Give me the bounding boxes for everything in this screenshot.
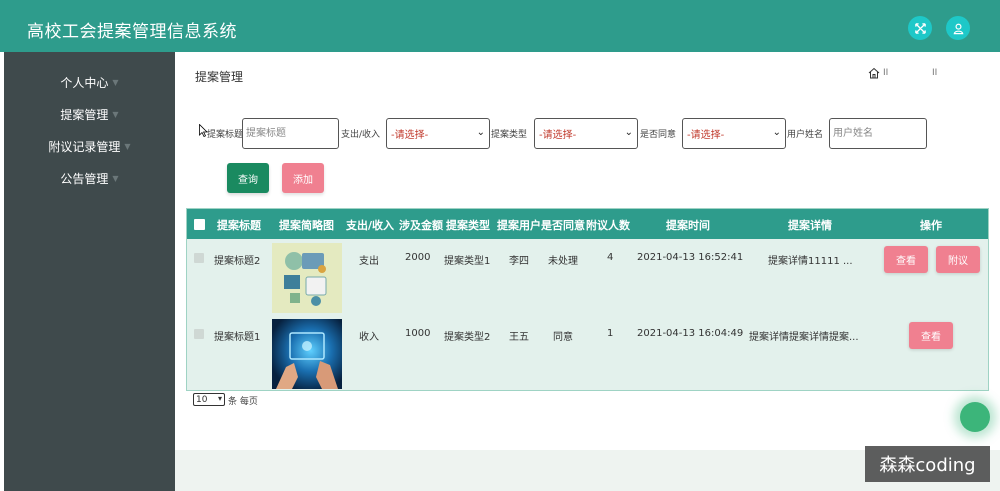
column-header: 提案标题 xyxy=(217,219,261,232)
table-row: 提案标题2 支出 2000 提案类型1 李四 未处理 4 2021-04-13 … xyxy=(187,241,988,317)
row-checkbox[interactable] xyxy=(194,253,204,263)
cell-amount: 2000 xyxy=(405,252,431,263)
cell-io: 收入 xyxy=(359,332,379,343)
second-button[interactable]: 附议 xyxy=(936,246,980,273)
query-button[interactable]: 查询 xyxy=(227,163,269,193)
cell-agree: 未处理 xyxy=(548,256,578,267)
proposal-thumbnail[interactable] xyxy=(272,319,342,389)
add-button[interactable]: 添加 xyxy=(282,163,324,193)
column-header: 操作 xyxy=(920,219,942,232)
sidebar-item-personal-center[interactable]: 个人中心 ▼ xyxy=(4,71,175,93)
proposal-tech-image xyxy=(272,319,342,389)
cell-time: 2021-04-13 16:52:41 xyxy=(637,252,744,263)
cell-seconders: 1 xyxy=(607,328,614,339)
agree-select[interactable]: -请选择- ⌄ xyxy=(682,118,786,149)
column-header: 附议人数 xyxy=(586,219,630,232)
cell-title: 提案标题1 xyxy=(214,332,261,343)
top-header: 高校工会提案管理信息系统 xyxy=(0,0,1000,52)
chevron-down-icon: ⌄ xyxy=(624,127,633,138)
table-row: 提案标题1 收入 1000 提案类型2 王五 同意 1 2021-04-13 1… xyxy=(187,317,988,393)
sidebar-item-label: 提案管理 xyxy=(60,107,109,122)
io-filter-label: 支出/收入 xyxy=(341,130,381,140)
cell-amount: 1000 xyxy=(405,328,431,339)
sidebar-item-announcements[interactable]: 公告管理 ▼ xyxy=(4,167,175,189)
user-filter-label: 用户姓名 xyxy=(787,130,824,140)
sidebar: 个人中心 ▼ 提案管理 ▼ 附议记录管理 ▼ 公告管理 ▼ xyxy=(4,52,175,491)
proposal-thumbnail[interactable] xyxy=(272,243,342,313)
cell-agree: 同意 xyxy=(553,332,573,343)
cell-time: 2021-04-13 16:04:49 xyxy=(637,328,744,339)
user-button[interactable] xyxy=(946,16,970,40)
proposal-table: 提案标题 提案简略图 支出/收入 涉及金额 提案类型 提案用户 是否同意 附议人… xyxy=(186,208,989,391)
page-size-label: 条 每页 xyxy=(228,397,258,407)
cell-io: 支出 xyxy=(359,256,379,267)
cell-detail: 提案详情11111 ... xyxy=(768,256,853,267)
agree-filter-label: 是否同意 xyxy=(640,130,677,140)
title-filter-label: 提案标题 xyxy=(207,130,244,140)
cell-type: 提案类型2 xyxy=(444,332,491,343)
watermark: 森森coding xyxy=(865,446,990,482)
chevron-down-icon: ⌄ xyxy=(772,127,781,138)
cell-seconders: 4 xyxy=(607,252,614,263)
proposal-illustration-image xyxy=(272,243,342,313)
caret-down-icon: ▼ xyxy=(112,77,119,87)
fullscreen-icon xyxy=(914,22,926,34)
column-header: 是否同意 xyxy=(541,219,585,232)
sidebar-item-label: 附议记录管理 xyxy=(48,139,121,154)
chevron-down-icon: ▾ xyxy=(217,394,222,403)
io-select-value: -请选择- xyxy=(391,130,429,141)
floating-assistant-ball[interactable] xyxy=(960,402,990,432)
title-search-input[interactable] xyxy=(242,118,339,149)
sidebar-item-second-records[interactable]: 附议记录管理 ▼ xyxy=(4,135,175,157)
caret-down-icon: ▼ xyxy=(112,109,119,119)
column-header: 提案详情 xyxy=(788,219,832,232)
page-size-select[interactable]: 10 ▾ xyxy=(193,393,225,406)
breadcrumb-separator: II xyxy=(932,68,938,78)
type-select-value: -请选择- xyxy=(539,130,577,141)
user-icon xyxy=(953,23,963,34)
column-header: 涉及金额 xyxy=(399,219,443,232)
agree-select-value: -请选择- xyxy=(687,130,725,141)
select-all-checkbox[interactable] xyxy=(194,219,205,230)
type-select[interactable]: -请选择- ⌄ xyxy=(534,118,638,149)
home-icon[interactable] xyxy=(868,67,880,79)
view-button[interactable]: 查看 xyxy=(909,322,953,349)
cell-user: 李四 xyxy=(509,256,529,267)
sidebar-item-label: 个人中心 xyxy=(60,75,109,90)
page-size-value: 10 xyxy=(196,394,208,405)
chevron-down-icon: ⌄ xyxy=(476,127,485,138)
column-header: 提案时间 xyxy=(666,219,710,232)
column-header: 提案类型 xyxy=(446,219,490,232)
cell-title: 提案标题2 xyxy=(214,256,261,267)
column-header: 支出/收入 xyxy=(346,219,395,232)
column-header: 提案用户 xyxy=(497,219,541,232)
type-filter-label: 提案类型 xyxy=(491,130,528,140)
view-button[interactable]: 查看 xyxy=(884,246,928,273)
app-title: 高校工会提案管理信息系统 xyxy=(27,22,237,42)
cell-user: 王五 xyxy=(509,332,529,343)
io-select[interactable]: -请选择- ⌄ xyxy=(386,118,490,149)
caret-down-icon: ▼ xyxy=(112,173,119,183)
caret-down-icon: ▼ xyxy=(124,141,131,151)
column-header: 提案简略图 xyxy=(279,219,334,232)
breadcrumb-separator: II xyxy=(883,68,889,78)
cell-detail: 提案详情提案详情提案... xyxy=(749,332,859,343)
cell-type: 提案类型1 xyxy=(444,256,491,267)
sidebar-item-proposal-management[interactable]: 提案管理 ▼ xyxy=(4,103,175,125)
page-title: 提案管理 xyxy=(195,70,244,84)
user-name-search-input[interactable] xyxy=(829,118,927,149)
sidebar-item-label: 公告管理 xyxy=(60,171,109,186)
table-header: 提案标题 提案简略图 支出/收入 涉及金额 提案类型 提案用户 是否同意 附议人… xyxy=(187,209,988,239)
fullscreen-button[interactable] xyxy=(908,16,932,40)
row-checkbox[interactable] xyxy=(194,329,204,339)
